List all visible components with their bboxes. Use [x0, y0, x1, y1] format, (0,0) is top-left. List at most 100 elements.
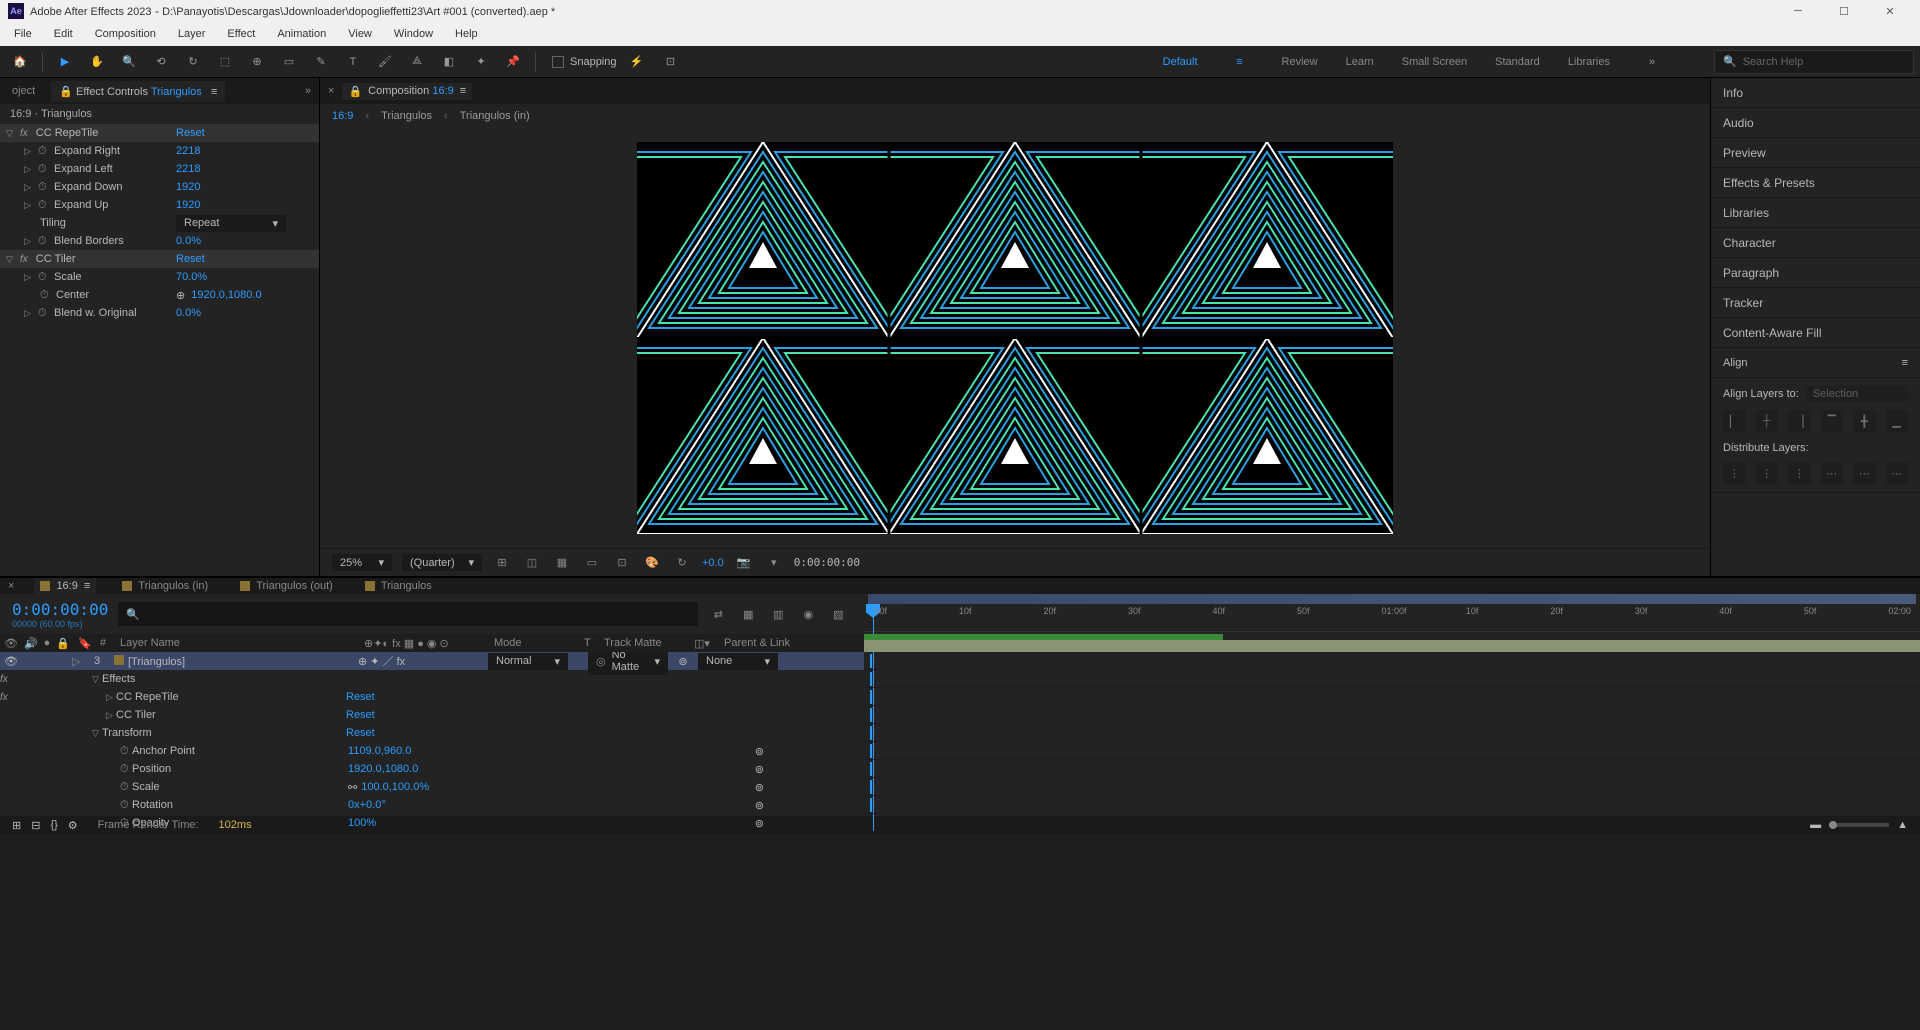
- pickwhip-icon[interactable]: ⊚: [755, 817, 764, 830]
- distribute-4-icon[interactable]: ⋯: [1821, 462, 1844, 484]
- menu-edit[interactable]: Edit: [44, 26, 83, 42]
- graph-editor-icon[interactable]: ▧: [828, 604, 848, 624]
- workspace-overflow-icon[interactable]: »: [1638, 48, 1666, 76]
- snapping-opt-icon[interactable]: ⚡: [623, 48, 651, 76]
- maximize-button[interactable]: ☐: [1822, 1, 1866, 21]
- lock-icon[interactable]: 🔒: [56, 637, 70, 650]
- timeline-tab-16-9[interactable]: 16:9 ≡: [34, 578, 96, 594]
- panel-paragraph[interactable]: Paragraph: [1711, 258, 1920, 288]
- workspace-libraries[interactable]: Libraries: [1568, 56, 1610, 68]
- expand-down-value[interactable]: 1920: [176, 181, 200, 193]
- anchor-value[interactable]: 1109.0,960.0: [348, 745, 411, 757]
- snapping-checkbox[interactable]: [552, 56, 564, 68]
- distribute-6-icon[interactable]: ⋯: [1886, 462, 1909, 484]
- snapping-opt2-icon[interactable]: ⊡: [657, 48, 685, 76]
- minimize-button[interactable]: ─: [1776, 1, 1820, 21]
- resolution-dropdown[interactable]: (Quarter)▾: [402, 554, 482, 571]
- toggle-switches-icon[interactable]: ⊞: [12, 819, 21, 832]
- timeline-tab-triangulos-out[interactable]: Triangulos (out): [234, 578, 339, 594]
- selection-tool-icon[interactable]: ▶: [51, 48, 79, 76]
- workspace-default[interactable]: Default: [1163, 56, 1198, 68]
- zoom-dropdown[interactable]: 25%▾: [332, 554, 392, 571]
- constrain-icon[interactable]: ⚯: [348, 781, 357, 794]
- motion-blur-icon[interactable]: ◉: [798, 604, 818, 624]
- panel-preview[interactable]: Preview: [1711, 138, 1920, 168]
- tiler-center-value[interactable]: 1920.0,1080.0: [191, 289, 261, 301]
- layer-transform-group[interactable]: ▽TransformReset: [0, 724, 864, 742]
- menu-view[interactable]: View: [338, 26, 382, 42]
- timeline-search-input[interactable]: 🔍: [118, 602, 698, 626]
- layer-effects-group[interactable]: fx▽Effects: [0, 670, 864, 688]
- zoom-slider[interactable]: [1829, 823, 1889, 827]
- timeline-tab-triangulos[interactable]: Triangulos: [359, 578, 438, 594]
- camera-tool-icon[interactable]: ⬚: [211, 48, 239, 76]
- panel-audio[interactable]: Audio: [1711, 108, 1920, 138]
- pen-tool-icon[interactable]: ✎: [307, 48, 335, 76]
- zoom-tool-icon[interactable]: 🔍: [115, 48, 143, 76]
- timeline-tracks[interactable]: [864, 634, 1920, 832]
- toggle-in-out-icon[interactable]: {}: [50, 819, 57, 832]
- draft3d-icon[interactable]: ▦: [738, 604, 758, 624]
- rectangle-tool-icon[interactable]: ▭: [275, 48, 303, 76]
- panel-character[interactable]: Character: [1711, 228, 1920, 258]
- align-to-dropdown[interactable]: Selection: [1805, 386, 1908, 402]
- prop-rotation[interactable]: ⏱Rotation0x+0.0°⊚: [0, 796, 864, 814]
- eye-icon[interactable]: 👁: [4, 637, 18, 650]
- align-bottom-icon[interactable]: ▁: [1886, 410, 1909, 432]
- rotation-value[interactable]: 0x+0.0°: [348, 799, 386, 811]
- scale-value[interactable]: 100.0,100.0%: [361, 781, 429, 793]
- panel-menu-icon[interactable]: ≡: [1902, 357, 1908, 369]
- orbit-tool-icon[interactable]: ⟲: [147, 48, 175, 76]
- expand-left-value[interactable]: 2218: [176, 163, 200, 175]
- search-help-input[interactable]: 🔍 Search Help: [1714, 50, 1914, 74]
- menu-layer[interactable]: Layer: [168, 26, 216, 42]
- prop-scale[interactable]: ⏱Scale⚯100.0,100.0%⊚: [0, 778, 864, 796]
- effect-controls-tab[interactable]: 🔒 Effect Controls Triangulos ≡: [51, 81, 225, 102]
- breadcrumb-root[interactable]: 16:9: [332, 110, 353, 122]
- expand-right-value[interactable]: 2218: [176, 145, 200, 157]
- render-icon[interactable]: ⚙: [68, 819, 78, 832]
- toggle-modes-icon[interactable]: ⊟: [31, 819, 40, 832]
- align-left-icon[interactable]: ▏: [1723, 410, 1746, 432]
- time-ruler[interactable]: 00f 10f 20f 30f 40f 50f 01:00f 10f 20f 3…: [864, 594, 1920, 632]
- rotate-tool-icon[interactable]: ↻: [179, 48, 207, 76]
- color-mgmt-icon[interactable]: 🎨: [642, 553, 662, 573]
- center-crosshair-icon[interactable]: ⊕: [176, 289, 185, 302]
- home-icon[interactable]: 🏠: [6, 48, 34, 76]
- clone-tool-icon[interactable]: ⟁: [403, 48, 431, 76]
- pan-behind-tool-icon[interactable]: ⊕: [243, 48, 271, 76]
- distribute-5-icon[interactable]: ⋯: [1853, 462, 1876, 484]
- overflow-icon[interactable]: »: [305, 85, 311, 97]
- composition-tab[interactable]: 🔒 Composition 16:9 ≡: [342, 83, 472, 100]
- workspace-standard[interactable]: Standard: [1495, 56, 1540, 68]
- reset-link[interactable]: Reset: [176, 127, 205, 139]
- prop-anchor-point[interactable]: ⏱Anchor Point1109.0,960.0⊚: [0, 742, 864, 760]
- pickwhip-icon[interactable]: ⊚: [755, 799, 764, 812]
- exposure-reset-icon[interactable]: ↻: [672, 553, 692, 573]
- workspace-small-screen[interactable]: Small Screen: [1402, 56, 1467, 68]
- tiler-scale-value[interactable]: 70.0%: [176, 271, 207, 283]
- distribute-2-icon[interactable]: ⋮: [1756, 462, 1779, 484]
- close-tab-icon[interactable]: ×: [328, 85, 334, 97]
- panel-info[interactable]: Info: [1711, 78, 1920, 108]
- effect-cc-tiler[interactable]: ▽fxCC Tiler Reset: [0, 250, 319, 268]
- pickwhip-icon[interactable]: ⊚: [668, 655, 698, 668]
- speaker-icon[interactable]: 🔊: [24, 637, 38, 650]
- panel-libraries[interactable]: Libraries: [1711, 198, 1920, 228]
- project-tab[interactable]: oject: [4, 81, 43, 101]
- current-timecode[interactable]: 0:00:00:00: [12, 600, 108, 619]
- effect-cc-repetile[interactable]: ▽fxCC RepeTile Reset: [0, 124, 319, 142]
- show-snapshot-icon[interactable]: ▾: [764, 553, 784, 573]
- workspace-learn[interactable]: Learn: [1346, 56, 1374, 68]
- matte-dropdown[interactable]: ◎ No Matte▾: [588, 652, 668, 675]
- align-hcenter-icon[interactable]: ┼: [1756, 410, 1779, 432]
- eye-icon[interactable]: 👁: [4, 656, 18, 668]
- brush-tool-icon[interactable]: 🖌: [371, 48, 399, 76]
- opacity-value[interactable]: 100%: [348, 817, 376, 829]
- layer-row-triangulos[interactable]: 👁 ▷ 3 [Triangulos] ⊕ ✦ ／ fx Normal▾ ◎ No…: [0, 652, 864, 670]
- tiler-blend-value[interactable]: 0.0%: [176, 307, 201, 319]
- pickwhip-icon[interactable]: ⊚: [755, 763, 764, 776]
- close-tab-icon[interactable]: ×: [8, 580, 14, 592]
- align-right-icon[interactable]: ▕: [1788, 410, 1811, 432]
- type-tool-icon[interactable]: T: [339, 48, 367, 76]
